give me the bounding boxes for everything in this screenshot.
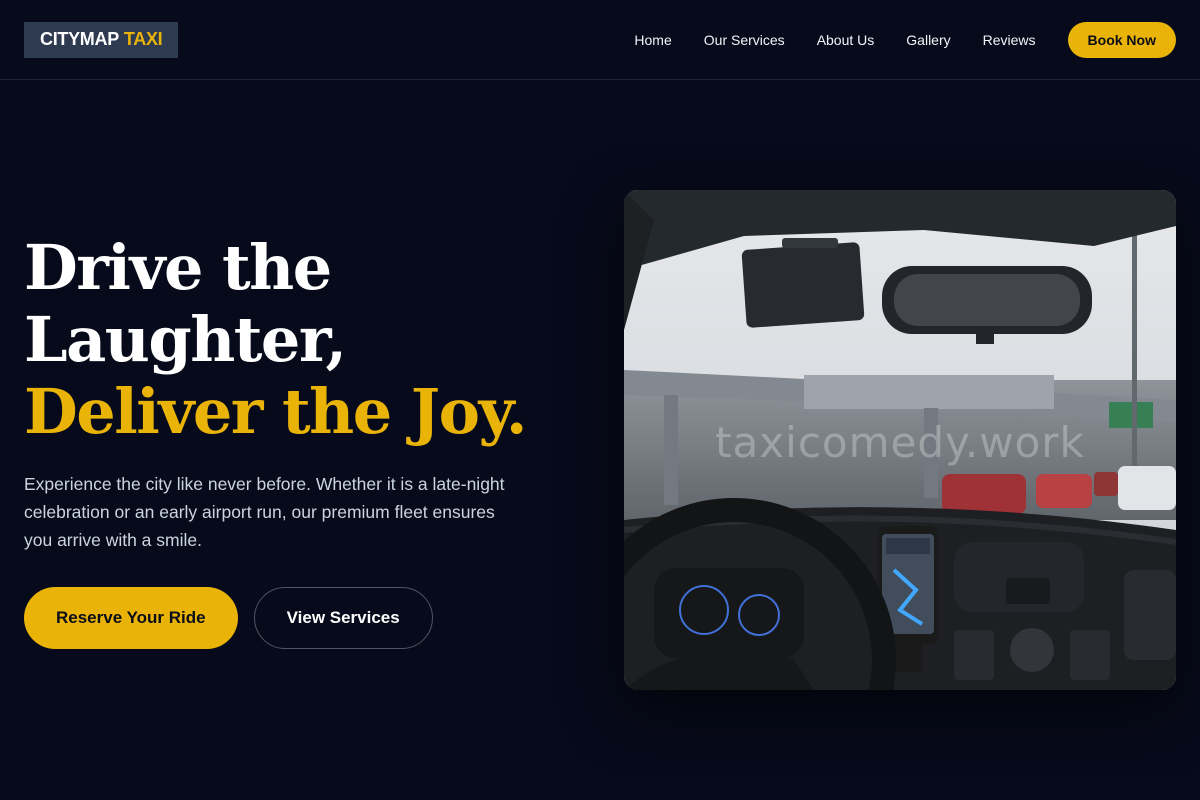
- hero-description: Experience the city like never before. W…: [24, 474, 505, 550]
- nav-link-gallery[interactable]: Gallery: [906, 32, 950, 48]
- book-now-button[interactable]: Book Now: [1067, 21, 1176, 58]
- logo-text-primary: CITYMAP: [40, 29, 119, 49]
- hero-image: taxicomedy.work: [624, 190, 1176, 690]
- navbar: CITYMAP TAXI Home Our Services About Us …: [0, 0, 1200, 80]
- nav-link-our-services[interactable]: Our Services: [704, 32, 785, 48]
- logo-text-accent: TAXI: [123, 29, 163, 49]
- view-services-button[interactable]: View Services: [253, 587, 433, 649]
- hero-cta-group: Reserve Your Ride View Services: [24, 587, 433, 649]
- nav-link-reviews[interactable]: Reviews: [983, 32, 1036, 48]
- headline-line-2: Laughter,: [24, 303, 347, 376]
- hero-headline: Drive the Laughter, Deliver the Joy.: [24, 232, 564, 448]
- reserve-ride-button[interactable]: Reserve Your Ride: [24, 587, 238, 649]
- nav-link-home[interactable]: Home: [634, 32, 671, 48]
- headline-line-3: Deliver the Joy.: [24, 375, 527, 448]
- logo[interactable]: CITYMAP TAXI: [24, 21, 179, 58]
- headline-line-1: Drive the: [24, 231, 332, 304]
- image-watermark: taxicomedy.work: [715, 418, 1085, 467]
- nav-link-about-us[interactable]: About Us: [817, 32, 875, 48]
- nav-menu: Home Our Services About Us Gallery Revie…: [634, 21, 1176, 58]
- hero-content: Drive the Laughter, Deliver the Joy. Exp…: [24, 232, 564, 554]
